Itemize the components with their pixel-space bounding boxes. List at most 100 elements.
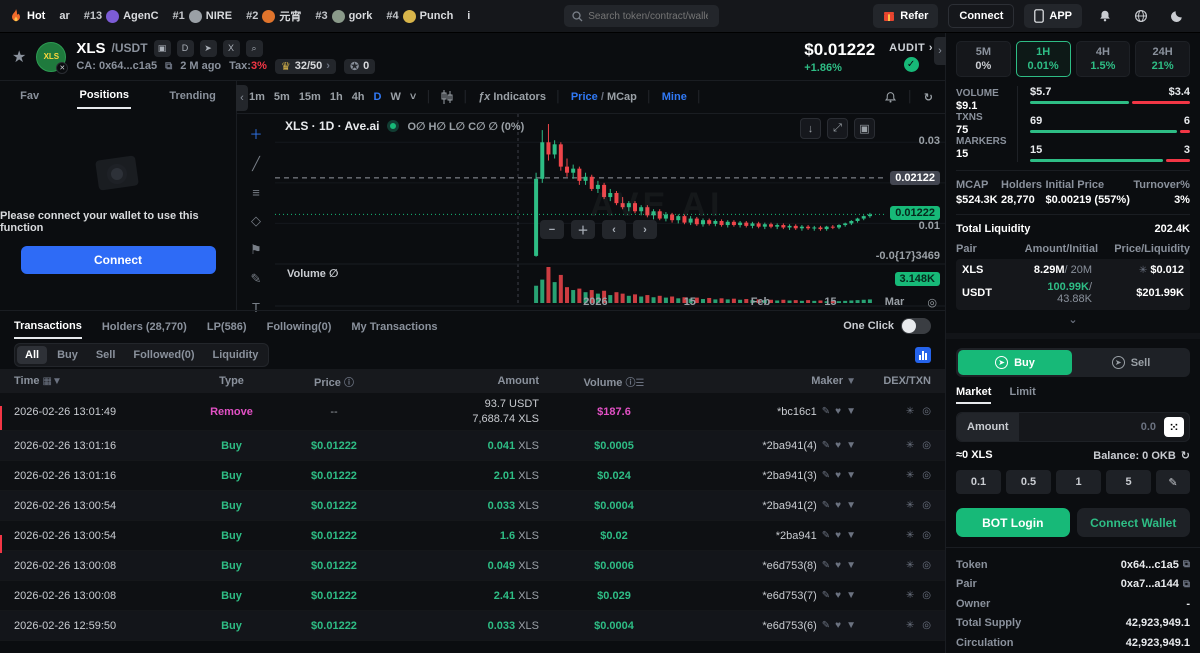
zoom-out-button[interactable]: − [540,220,564,239]
refer-button[interactable]: Refer [873,4,939,28]
edit-note-icon[interactable]: ✎ [822,440,830,451]
dex-icon[interactable]: ✳ [906,530,914,541]
tab-my-transactions[interactable]: My Transactions [351,314,437,338]
search-input[interactable] [588,10,709,22]
trend-item[interactable]: #13 AgenC [84,9,159,23]
dex-icon[interactable]: ✳ [906,560,914,571]
brush-tool-icon[interactable]: ✎ [251,271,262,287]
txn-link-icon[interactable]: ◎ [922,530,931,541]
pair-row-usdt[interactable]: USDT 100.99K/ 43.88K $201.99K [962,281,1184,305]
maximize-icon[interactable]: ⤢ [827,118,848,139]
filter-funnel-icon[interactable]: ▼ [846,376,856,387]
tab-market[interactable]: Market [956,386,992,404]
language-globe-icon[interactable] [1128,9,1154,23]
edit-quick-amounts-icon[interactable]: ✎ [1156,470,1190,494]
dex-icon[interactable]: ✳ [906,406,914,417]
quick-0.5[interactable]: 0.5 [1006,470,1051,494]
funnel-icon[interactable]: ▼ [846,530,856,541]
funnel-icon[interactable]: ▼ [846,440,856,451]
buy-button[interactable]: ➤ Buy [958,350,1072,375]
refresh-icon[interactable]: ↻ [924,91,933,104]
heart-icon[interactable]: ♥ [835,590,841,601]
forecast-tool-icon[interactable]: ⚑ [250,242,262,258]
edit-note-icon[interactable]: ✎ [822,530,830,541]
heart-icon[interactable]: ♥ [835,620,841,631]
dex-icon[interactable]: ✳ [906,590,914,601]
timeframe-1d[interactable]: D [374,91,382,103]
medal-pill[interactable]: ✪ 0 [343,58,376,74]
tab-trending[interactable]: Trending [167,84,217,108]
pan-right-button[interactable]: › [633,220,657,239]
axis-settings-gear-icon[interactable]: ◎ [927,296,937,309]
funnel-icon[interactable]: ▼ [846,406,856,417]
txn-link-icon[interactable]: ◎ [922,590,931,601]
tab-fav[interactable]: Fav [18,84,41,108]
txn-link-icon[interactable]: ◎ [922,620,931,631]
tab-holders[interactable]: Holders (28,770) [102,314,187,338]
txn-link-icon[interactable]: ◎ [922,470,931,481]
filter-all[interactable]: All [17,345,48,364]
pair-row-xls[interactable]: XLS 8.29M/ 20M ✳ $0.012 [962,264,1184,276]
stat-5m[interactable]: 5M 0% [956,41,1011,77]
trend-item[interactable]: #3 gork [315,9,372,23]
image-icon[interactable]: ▣ [153,39,171,57]
quick-1[interactable]: 1 [1056,470,1101,494]
heart-icon[interactable]: ♥ [835,470,841,481]
screenshot-icon[interactable]: ▣ [854,118,875,139]
heart-icon[interactable]: ♥ [835,440,841,451]
refresh-balance-icon[interactable]: ↻ [1181,449,1190,462]
search-token-icon[interactable]: ⌕ [245,39,263,57]
channels-tool-icon[interactable]: ≡ [252,185,260,200]
edit-note-icon[interactable]: ✎ [822,500,830,511]
txn-link-icon[interactable]: ◎ [922,560,931,571]
filter-buy[interactable]: Buy [49,346,86,364]
funnel-icon[interactable]: ▼ [846,590,856,601]
x-twitter-icon[interactable]: X [222,39,240,57]
expand-chevron-icon[interactable]: ⌄ [956,313,1190,326]
heart-icon[interactable]: ♥ [835,530,841,541]
trendline-tool-icon[interactable]: ╱ [252,156,260,172]
funnel-icon[interactable]: ▼ [846,620,856,631]
table-row[interactable]: 2026-02-26 13:00:08 Buy $0.01222 0.049 X… [0,551,945,581]
tab-limit[interactable]: Limit [1009,386,1035,404]
rank-pill[interactable]: ♛ 32/50 › [274,58,336,74]
notifications-bell-icon[interactable] [1092,9,1118,23]
stat-1h[interactable]: 1H 0.01% [1015,41,1071,77]
quick-0.1[interactable]: 0.1 [956,470,1001,494]
crosshair-tool-icon[interactable]: ＋ [249,124,262,143]
quick-5[interactable]: 5 [1106,470,1151,494]
sidebar-collapse-handle[interactable]: ‹ [236,85,248,111]
txn-link-icon[interactable]: ◎ [922,406,931,417]
timeframe-1w[interactable]: W [390,91,400,103]
tab-transactions[interactable]: Transactions [14,313,82,339]
table-row[interactable]: 2026-02-26 13:01:49 Remove -- 93.7 USDT 7… [0,393,945,431]
funnel-icon[interactable]: ▼ [846,470,856,481]
sort-icon[interactable]: ☰ [636,378,645,389]
dex-icon[interactable]: ✳ [906,500,914,511]
trend-item[interactable]: i [467,10,470,22]
table-row[interactable]: 2026-02-26 13:01:16 Buy $0.01222 2.01 XL… [0,461,945,491]
dex-icon[interactable]: ✳ [906,620,914,631]
edit-note-icon[interactable]: ✎ [822,620,830,631]
txn-link-icon[interactable]: ◎ [922,440,931,451]
funnel-icon[interactable]: ▼ [846,500,856,511]
table-row[interactable]: 2026-02-26 12:59:50 Buy $0.01222 0.033 X… [0,611,945,641]
mine-button[interactable]: Mine [662,91,687,103]
trend-item[interactable]: #2 元宵 [246,8,301,24]
trend-item[interactable]: #4 Punch [386,9,453,23]
timeframe-4h[interactable]: 4h [352,91,365,103]
table-row[interactable]: 2026-02-26 13:01:16 Buy $0.01222 0.041 X… [0,431,945,461]
trend-item[interactable]: ar [59,10,69,22]
edit-note-icon[interactable]: ✎ [822,470,830,481]
filter-sell[interactable]: Sell [88,346,124,364]
search-box[interactable] [564,5,720,27]
edit-note-icon[interactable]: ✎ [822,406,830,417]
alert-bell-icon[interactable] [884,91,897,104]
panel-collapse-handle[interactable]: › [934,37,946,65]
heart-icon[interactable]: ♥ [835,406,841,417]
amount-input[interactable]: Amount 0.0 ⁙ [956,412,1190,442]
app-button[interactable]: APP [1024,4,1082,28]
funnel-icon[interactable]: ▼ [846,560,856,571]
tab-following[interactable]: Following(0) [267,314,332,338]
timeframe-15m[interactable]: 15m [299,91,321,103]
